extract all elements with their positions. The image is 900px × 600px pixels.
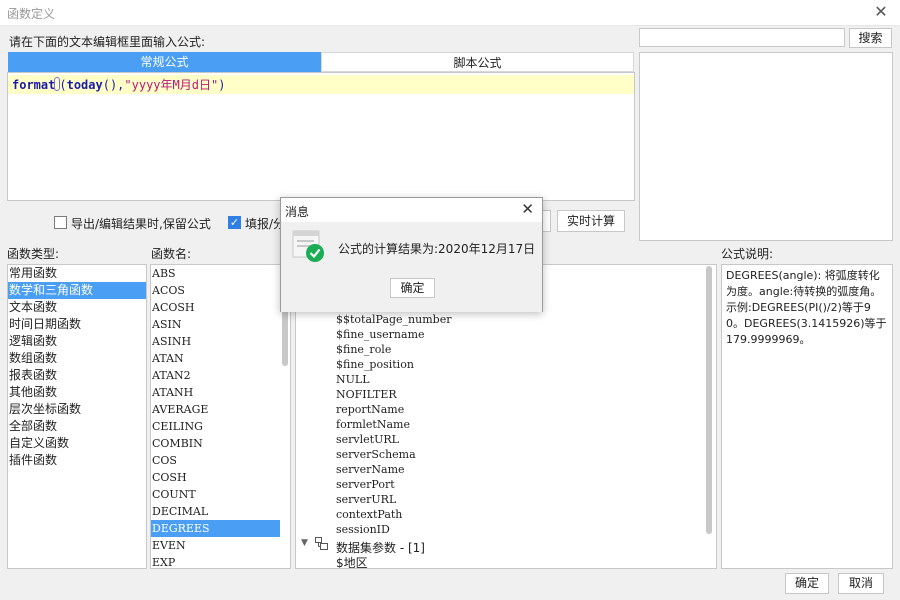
- fill-checkbox[interactable]: ✓: [228, 216, 241, 229]
- function-item-selected[interactable]: DEGREES: [151, 520, 280, 537]
- formula-code: format (today(),"yyyy年M月d日"): [12, 76, 225, 93]
- dialog-close-icon[interactable]: ✕: [521, 200, 534, 218]
- function-item[interactable]: COUNT: [151, 486, 290, 503]
- tree-item[interactable]: contextPath: [336, 508, 402, 521]
- tree-item[interactable]: reportName: [336, 403, 404, 416]
- category-item[interactable]: 数组函数: [8, 350, 146, 367]
- tree-item[interactable]: $fine_username: [336, 328, 425, 341]
- category-item[interactable]: 层次坐标函数: [8, 401, 146, 418]
- dataset-params-icon: [315, 537, 328, 550]
- tree-item[interactable]: $$totalPage_number: [336, 313, 451, 326]
- tree-item[interactable]: serverSchema: [336, 448, 416, 461]
- keep-formula-label: 导出/编辑结果时,保留公式: [71, 217, 211, 231]
- dialog-title-bar: 消息 ✕: [281, 198, 542, 222]
- code-string: "yyyy年M月d日": [124, 78, 219, 92]
- tree-item[interactable]: serverName: [336, 463, 405, 476]
- function-item[interactable]: ACOS: [151, 282, 290, 299]
- function-item[interactable]: ATANH: [151, 384, 290, 401]
- search-button[interactable]: 搜索: [849, 28, 892, 48]
- function-item[interactable]: COS: [151, 452, 290, 469]
- code-paren-open: (: [59, 78, 67, 92]
- function-item[interactable]: COMBIN: [151, 435, 290, 452]
- function-item[interactable]: CEILING: [151, 418, 290, 435]
- category-item[interactable]: 插件函数: [8, 452, 146, 469]
- tree-item[interactable]: NOFILTER: [336, 388, 397, 401]
- dialog-ok-button[interactable]: 确定: [390, 278, 435, 298]
- category-item[interactable]: 时间日期函数: [8, 316, 146, 333]
- category-list[interactable]: 常用函数 数学和三角函数 文本函数 时间日期函数 逻辑函数 数组函数 报表函数 …: [7, 264, 147, 569]
- function-item[interactable]: DECIMAL: [151, 503, 290, 520]
- title-bar: 函数定义 ✕: [0, 0, 900, 26]
- dialog-body: 公式的计算结果为:2020年12月17日 确定: [281, 222, 542, 312]
- category-header: 函数类型:: [7, 247, 60, 261]
- search-input[interactable]: [639, 28, 845, 47]
- description-text: DEGREES(angle): 将弧度转化为度。angle:待转换的弧度角。示例…: [726, 269, 887, 346]
- tree-item[interactable]: $地区: [336, 554, 368, 568]
- tree-item[interactable]: NULL: [336, 373, 370, 386]
- tab-script-formula[interactable]: 脚本公式: [321, 52, 634, 72]
- description-panel: DEGREES(angle): 将弧度转化为度。angle:待转换的弧度角。示例…: [721, 264, 893, 569]
- function-list[interactable]: ABS ACOS ACOSH ASIN ASINH ATAN ATAN2 ATA…: [150, 264, 291, 569]
- category-item-selected[interactable]: 数学和三角函数: [8, 282, 146, 299]
- code-function-today: today: [66, 78, 103, 92]
- code-call-comma: (),: [102, 78, 125, 92]
- tree-item[interactable]: formletName: [336, 418, 410, 431]
- description-header: 公式说明:: [721, 247, 774, 261]
- footer-cancel-button[interactable]: 取消: [838, 573, 884, 594]
- function-item[interactable]: EXP: [151, 554, 290, 568]
- message-dialog: 消息 ✕ 公式的计算结果为:2020年12月17日 确定: [280, 197, 543, 312]
- function-header: 函数名:: [151, 247, 192, 261]
- tree-item[interactable]: $fine_position: [336, 358, 414, 371]
- prompt-label: 请在下面的文本编辑框里面输入公式:: [9, 35, 206, 49]
- tab-regular-formula[interactable]: 常规公式: [8, 52, 321, 72]
- function-item[interactable]: EVEN: [151, 537, 290, 554]
- code-paren-close: ): [218, 78, 226, 92]
- tree-item[interactable]: servletURL: [336, 433, 399, 446]
- formula-editor[interactable]: format (today(),"yyyy年M月d日"): [7, 72, 635, 201]
- function-item[interactable]: ABS: [151, 265, 290, 282]
- function-item[interactable]: ASIN: [151, 316, 290, 333]
- category-item[interactable]: 常用函数: [8, 265, 146, 282]
- category-item[interactable]: 文本函数: [8, 299, 146, 316]
- tree-item[interactable]: sessionID: [336, 523, 390, 536]
- function-item[interactable]: ASINH: [151, 333, 290, 350]
- code-function-format: format: [12, 78, 56, 92]
- category-item[interactable]: 其他函数: [8, 384, 146, 401]
- tree-item[interactable]: serverPort: [336, 478, 395, 491]
- category-item[interactable]: 逻辑函数: [8, 333, 146, 350]
- dialog-message: 公式的计算结果为:2020年12月17日: [338, 242, 536, 256]
- variable-tree-scrollbar[interactable]: [706, 266, 712, 534]
- close-icon[interactable]: ✕: [872, 3, 890, 21]
- category-item[interactable]: 报表函数: [8, 367, 146, 384]
- realtime-calc-button[interactable]: 实时计算: [557, 210, 625, 232]
- function-item[interactable]: ATAN2: [151, 367, 290, 384]
- dialog-title: 消息: [285, 205, 310, 219]
- function-item[interactable]: ACOSH: [151, 299, 290, 316]
- tree-item[interactable]: $fine_role: [336, 343, 391, 356]
- tree-item[interactable]: serverURL: [336, 493, 396, 506]
- keep-formula-checkbox[interactable]: [54, 216, 67, 229]
- function-item[interactable]: ATAN: [151, 350, 290, 367]
- success-icon: [292, 230, 324, 262]
- category-item[interactable]: 全部函数: [8, 418, 146, 435]
- footer-ok-button[interactable]: 确定: [785, 573, 829, 594]
- search-results-panel[interactable]: [639, 52, 893, 241]
- function-item[interactable]: AVERAGE: [151, 401, 290, 418]
- window-title: 函数定义: [7, 7, 56, 21]
- expand-triangle-icon[interactable]: ▼: [301, 538, 308, 548]
- category-item[interactable]: 自定义函数: [8, 435, 146, 452]
- function-item[interactable]: COSH: [151, 469, 290, 486]
